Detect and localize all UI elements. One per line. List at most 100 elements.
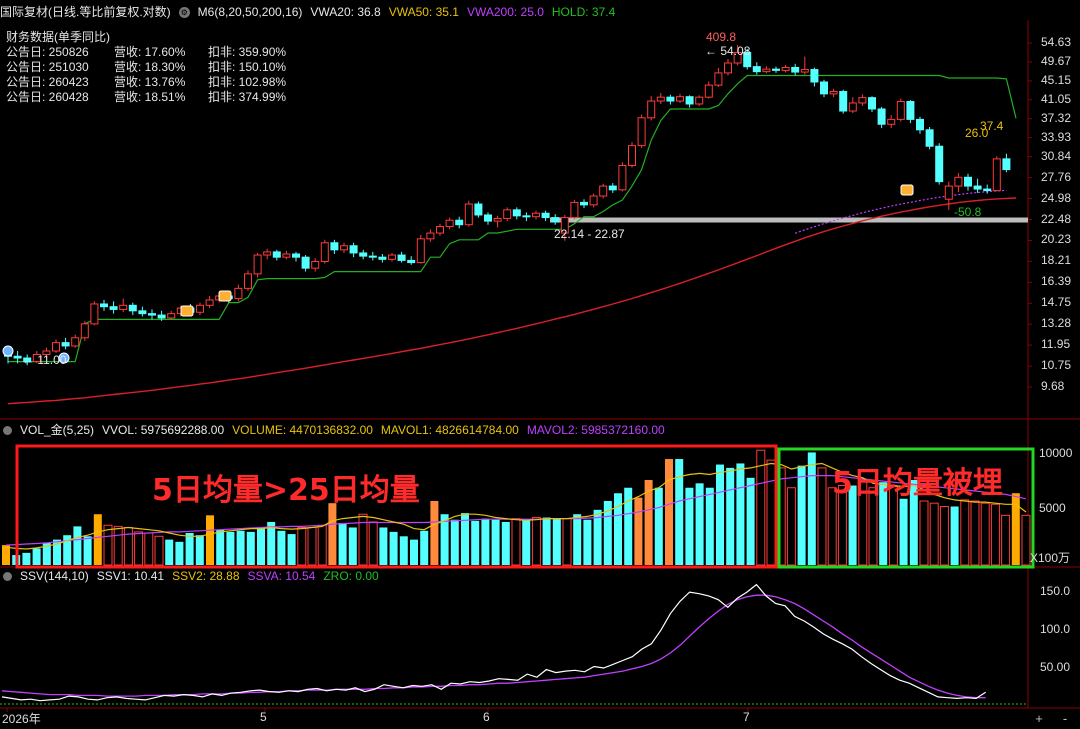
candle-body <box>532 212 540 218</box>
candlestick <box>695 95 704 106</box>
peak-price-label: ← 54.08 <box>705 44 751 58</box>
m6-indicator[interactable]: M6(8,20,50,200,16) <box>198 2 303 22</box>
candle-body <box>887 118 896 125</box>
candle-body <box>762 68 771 73</box>
vol-indicator-name[interactable]: VOL_金(5,25) <box>20 420 94 440</box>
candle-body <box>282 253 291 258</box>
candlestick <box>61 337 70 350</box>
date-tick-label: 7 <box>743 710 750 724</box>
vwa20-value: VWA20: 36.8 <box>310 5 381 19</box>
candlestick <box>445 217 454 230</box>
volume-bar <box>123 526 133 566</box>
negative-value-label: -50.8 <box>954 205 982 219</box>
stock-chart[interactable] <box>0 0 1080 729</box>
candlestick <box>868 96 876 113</box>
price-tick-label: 49.67 <box>1041 53 1072 68</box>
candlestick <box>493 215 502 228</box>
volume-bar <box>410 539 418 565</box>
candlestick <box>416 234 425 264</box>
candlestick <box>877 106 886 129</box>
volume-bar <box>328 503 337 565</box>
candlestick <box>311 258 320 272</box>
candlestick <box>205 295 214 309</box>
volume-bar <box>348 527 357 565</box>
volume-bar <box>654 487 663 565</box>
candle-body <box>685 96 694 105</box>
candle-body <box>896 101 905 120</box>
candle-body <box>618 164 627 191</box>
candlestick <box>973 178 982 193</box>
candlestick <box>570 199 579 220</box>
price-tick-label: 14.75 <box>1041 295 1072 310</box>
candle-body <box>628 145 636 166</box>
volume-bar <box>573 514 582 565</box>
ssv-indicator-name[interactable]: SSV(144,10) <box>20 566 89 586</box>
volume-bar <box>797 465 806 565</box>
financial-row: 公告日: 260423 营收: 13.76% 扣非: 102.98% <box>6 75 287 89</box>
candle-body <box>589 195 598 206</box>
candlestick <box>637 114 646 149</box>
candle-body <box>983 188 992 192</box>
candle-body <box>916 118 924 131</box>
candlestick <box>580 199 588 209</box>
price-tick-label: 54.63 <box>1041 35 1072 49</box>
candlestick <box>1002 153 1011 173</box>
price-tick-label: 16.39 <box>1041 274 1072 289</box>
candlestick <box>964 173 972 191</box>
ma200-line <box>7 197 1017 405</box>
candlestick <box>301 255 310 272</box>
settings-icon[interactable]: ⚙ <box>178 6 190 18</box>
candlestick <box>954 173 963 193</box>
volume-bar <box>358 513 368 566</box>
candle-body <box>522 215 531 218</box>
start-marker <box>2 345 14 357</box>
volume-bar <box>552 518 561 565</box>
signal-badge <box>900 184 914 196</box>
candlestick <box>464 200 473 227</box>
volume-bar <box>32 548 41 565</box>
indicator-toggle-icon[interactable] <box>3 425 12 435</box>
candlestick <box>484 212 492 225</box>
volume-bar <box>471 520 480 565</box>
candle-body <box>148 313 156 316</box>
volume-bar <box>226 531 235 565</box>
candlestick <box>532 210 540 220</box>
candle-body <box>704 84 713 98</box>
volume-bar <box>257 528 265 565</box>
price-tick-label: 11.95 <box>1041 337 1071 352</box>
candle-body <box>608 185 617 191</box>
candle-body <box>253 254 262 275</box>
volume-bar <box>236 530 245 565</box>
candle-body <box>541 212 550 219</box>
price-tick-label: 20.23 <box>1041 232 1072 247</box>
candle-body <box>52 342 60 352</box>
volume-bar <box>83 536 92 565</box>
candle-body <box>935 145 944 183</box>
candlestick <box>407 256 416 265</box>
zoom-out-button[interactable]: - <box>1054 711 1076 727</box>
candlestick <box>503 207 512 222</box>
candlestick <box>676 93 684 103</box>
zoom-in-button[interactable]: + <box>1028 711 1050 727</box>
candlestick <box>724 59 732 76</box>
candle-body <box>493 217 502 222</box>
volume-bar <box>950 506 959 565</box>
peak-count-label: 409.8 <box>706 30 737 44</box>
volume-bar <box>481 518 490 565</box>
candle-body <box>666 96 675 102</box>
candlestick <box>119 298 128 313</box>
volume-bar <box>368 521 378 566</box>
candlestick <box>263 248 272 260</box>
indicator-toggle-icon[interactable] <box>3 571 12 581</box>
candle-body <box>320 242 329 262</box>
candlestick <box>474 201 483 218</box>
volume-bar <box>939 506 949 566</box>
candle-body <box>80 323 89 339</box>
candle-body <box>714 72 723 86</box>
stock-title[interactable]: 国际复材(日线.等比前复权.对数) <box>0 2 171 22</box>
candlestick <box>829 88 838 98</box>
price-tick-label: 9.68 <box>1041 379 1065 393</box>
signal-badge <box>180 305 194 317</box>
candle-body <box>512 209 521 217</box>
candle-body <box>906 101 915 120</box>
